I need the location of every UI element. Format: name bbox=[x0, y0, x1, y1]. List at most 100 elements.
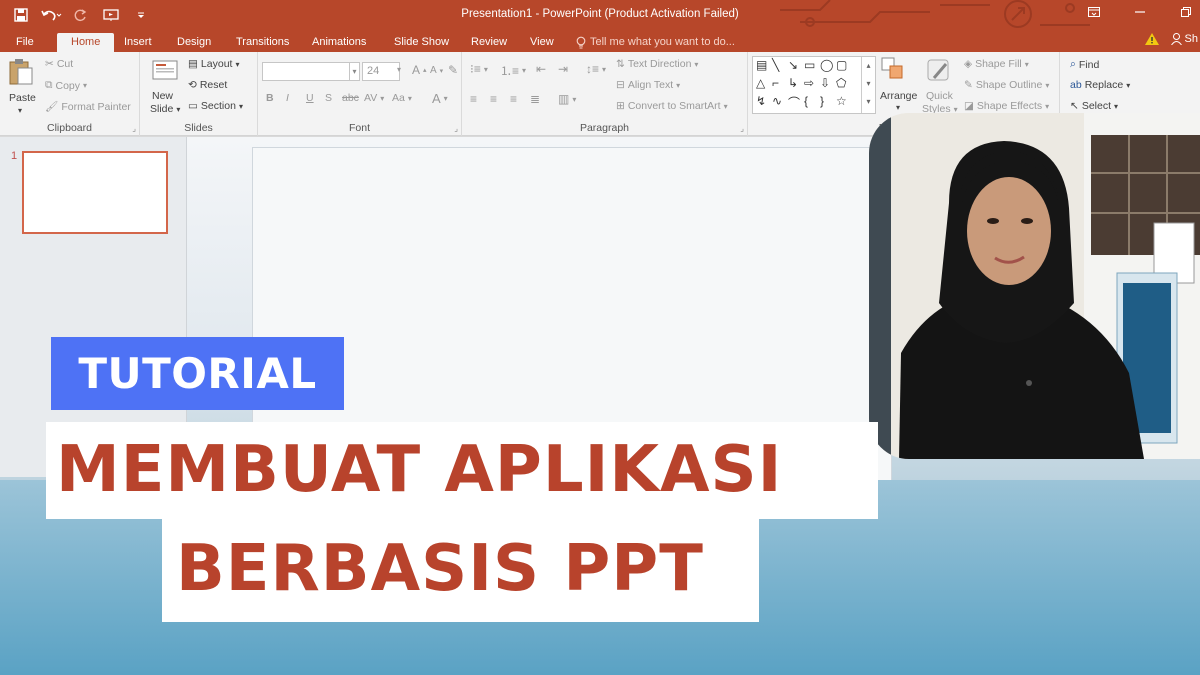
ribbon-tabs: File Home Insert Design Transitions Anim… bbox=[0, 30, 1200, 52]
triangle-shape-icon[interactable]: △ bbox=[756, 76, 765, 90]
increase-indent-icon[interactable]: ⇥ bbox=[558, 62, 568, 76]
rounded-rectangle-shape-icon[interactable]: ▢ bbox=[836, 58, 847, 72]
snip-rectangle-shape-icon[interactable]: ⬠ bbox=[836, 76, 846, 90]
arrange-dropdown-icon[interactable]: ▾ bbox=[896, 103, 900, 112]
replace-label: Replace bbox=[1084, 79, 1124, 91]
star-shape-icon[interactable]: ☆ bbox=[836, 94, 847, 108]
reset-button[interactable]: ⟲ Reset bbox=[188, 79, 227, 91]
font-launcher-icon[interactable]: ⌟ bbox=[454, 124, 458, 133]
copy-label: Copy bbox=[55, 79, 81, 92]
replace-button[interactable]: ab Replace ▾ bbox=[1070, 79, 1130, 91]
align-center-icon[interactable]: ≡ bbox=[490, 92, 497, 106]
cut-button[interactable]: ✂ Cut bbox=[45, 58, 73, 70]
layout-button[interactable]: ▤ Layout ▾ bbox=[188, 58, 239, 70]
warning-icon[interactable] bbox=[1144, 33, 1159, 45]
find-button[interactable]: ⌕ Find bbox=[1070, 58, 1099, 71]
restore-icon[interactable] bbox=[1178, 4, 1194, 20]
copy-button[interactable]: ⧉ Copy ▾ bbox=[45, 79, 87, 92]
convert-smartart-button[interactable]: ⊞ Convert to SmartArt ▾ bbox=[616, 100, 728, 112]
align-right-icon[interactable]: ≡ bbox=[510, 92, 517, 106]
new-slide-button[interactable]: New Slide ▾ bbox=[148, 56, 184, 116]
shapes-gallery[interactable]: ▤ ╲ ↘ ▭ ◯ ▢ △ ⌐ ↳ ⇨ ⇩ ⬠ ↯ ∿ ⌒ { } ☆ ▴ ▾ ▾ bbox=[752, 56, 876, 114]
layout-dropdown-icon: ▾ bbox=[235, 59, 240, 69]
headline-line-1-box: MEMBUAT APLIKASI bbox=[46, 422, 878, 519]
italic-icon[interactable]: I bbox=[286, 92, 289, 104]
slide-thumbnail[interactable] bbox=[22, 151, 168, 234]
down-arrow-shape-icon[interactable]: ⇩ bbox=[820, 76, 830, 90]
minimize-icon[interactable] bbox=[1132, 4, 1148, 20]
freeform-shape-icon[interactable]: ∿ bbox=[772, 94, 782, 108]
character-spacing-icon[interactable]: AV ▾ bbox=[364, 92, 384, 104]
decrease-indent-icon[interactable]: ⇤ bbox=[536, 62, 546, 76]
font-name-dropdown-icon[interactable]: ▾ bbox=[350, 62, 360, 81]
increase-font-size-icon[interactable]: A ▴ bbox=[412, 63, 427, 77]
shape-fill-button[interactable]: ◈ Shape Fill ▾ bbox=[964, 58, 1029, 70]
arrange-button[interactable] bbox=[880, 56, 906, 82]
font-size-input[interactable]: 24 bbox=[362, 62, 400, 81]
justify-icon[interactable]: ≣ bbox=[530, 92, 540, 106]
find-label: Find bbox=[1078, 58, 1100, 71]
elbow-connector-shape-icon[interactable]: ⌐ bbox=[772, 76, 779, 90]
strikethrough-icon[interactable]: abc bbox=[342, 92, 359, 104]
format-painter-label: Format Painter bbox=[61, 100, 131, 113]
line-shape-icon[interactable]: ╲ bbox=[772, 58, 779, 72]
section-button[interactable]: ▭ Section ▾ bbox=[188, 100, 243, 112]
right-arrow-shape-icon[interactable]: ⇨ bbox=[804, 76, 814, 90]
tab-transitions[interactable]: Transitions bbox=[230, 33, 295, 52]
window-controls bbox=[1086, 4, 1194, 20]
clear-formatting-icon[interactable]: ✎ bbox=[448, 63, 458, 77]
shapes-gallery-scroll[interactable]: ▴ ▾ ▾ bbox=[861, 57, 875, 113]
tab-slide-show[interactable]: Slide Show bbox=[388, 33, 455, 52]
tab-insert[interactable]: Insert bbox=[118, 33, 158, 52]
left-brace-shape-icon[interactable]: { bbox=[804, 94, 808, 108]
tab-review[interactable]: Review bbox=[465, 33, 513, 52]
line-spacing-icon[interactable]: ↕≡ ▾ bbox=[586, 62, 606, 76]
bullets-icon[interactable]: ⁝≡ ▾ bbox=[470, 62, 488, 76]
change-case-icon[interactable]: Aa ▾ bbox=[392, 92, 412, 104]
bold-icon[interactable]: B bbox=[266, 92, 274, 104]
shape-outline-button[interactable]: ✎ Shape Outline ▾ bbox=[964, 79, 1049, 91]
tab-file[interactable]: File bbox=[10, 33, 40, 52]
tab-view[interactable]: View bbox=[524, 33, 560, 52]
align-text-button[interactable]: ⊟ Align Text ▾ bbox=[616, 79, 680, 91]
underline-icon[interactable]: U bbox=[306, 92, 314, 104]
font-size-value: 24 bbox=[367, 65, 380, 77]
arrow-line-shape-icon[interactable]: ↘ bbox=[788, 58, 798, 72]
pencil-icon: ✎ bbox=[964, 79, 973, 91]
tab-home[interactable]: Home bbox=[57, 33, 115, 52]
elbow-arrow-shape-icon[interactable]: ↳ bbox=[788, 76, 798, 90]
tab-animations[interactable]: Animations bbox=[306, 33, 372, 52]
font-size-dropdown-icon[interactable]: ▾ bbox=[397, 65, 401, 74]
ribbon-display-options-icon[interactable] bbox=[1086, 4, 1102, 20]
font-color-icon[interactable]: A ▾ bbox=[432, 91, 448, 106]
tell-me-text: Tell me what you want to do... bbox=[590, 36, 735, 48]
new-slide-label-1: New bbox=[152, 90, 174, 102]
clipboard-launcher-icon[interactable]: ⌟ bbox=[132, 124, 136, 133]
curve-arrow-shape-icon[interactable]: ↯ bbox=[756, 94, 766, 108]
paste-button[interactable]: Paste ▾ bbox=[6, 56, 36, 116]
tutorial-badge: TUTORIAL bbox=[51, 337, 344, 410]
oval-shape-icon[interactable]: ◯ bbox=[820, 58, 833, 72]
format-painter-button[interactable]: 🖌 Format Painter bbox=[45, 100, 131, 114]
select-button[interactable]: ↖ Select ▾ bbox=[1070, 100, 1118, 112]
tell-me-search[interactable]: Tell me what you want to do... bbox=[576, 33, 735, 52]
numbering-icon[interactable]: ⒈≡ ▾ bbox=[500, 62, 526, 79]
columns-icon[interactable]: ▥ ▾ bbox=[558, 92, 576, 106]
shape-effects-button[interactable]: ◪ Shape Effects ▾ bbox=[964, 100, 1049, 112]
font-name-input[interactable] bbox=[262, 62, 350, 81]
share-button[interactable]: Sh bbox=[1170, 33, 1198, 45]
text-direction-button[interactable]: ⇅ Text Direction ▾ bbox=[616, 58, 698, 70]
arc-shape-icon[interactable]: ⌒ bbox=[788, 94, 800, 111]
align-left-icon[interactable]: ≡ bbox=[470, 92, 477, 106]
paragraph-launcher-icon[interactable]: ⌟ bbox=[740, 124, 744, 133]
section-label: Section bbox=[200, 100, 236, 112]
arrange-label: Arrange bbox=[880, 90, 918, 102]
right-brace-shape-icon[interactable]: } bbox=[820, 94, 824, 108]
shadow-icon[interactable]: S bbox=[325, 92, 332, 104]
quick-styles-button[interactable] bbox=[926, 58, 954, 84]
clipboard-group: Paste ▾ ✂ Cut ⧉ Copy ▾ 🖌 Format Painter Clip… bbox=[0, 52, 140, 136]
tab-design[interactable]: Design bbox=[171, 33, 217, 52]
decrease-font-size-icon[interactable]: A ▾ bbox=[430, 65, 443, 76]
text-box-shape-icon[interactable]: ▤ bbox=[756, 58, 767, 72]
rectangle-shape-icon[interactable]: ▭ bbox=[804, 58, 815, 72]
